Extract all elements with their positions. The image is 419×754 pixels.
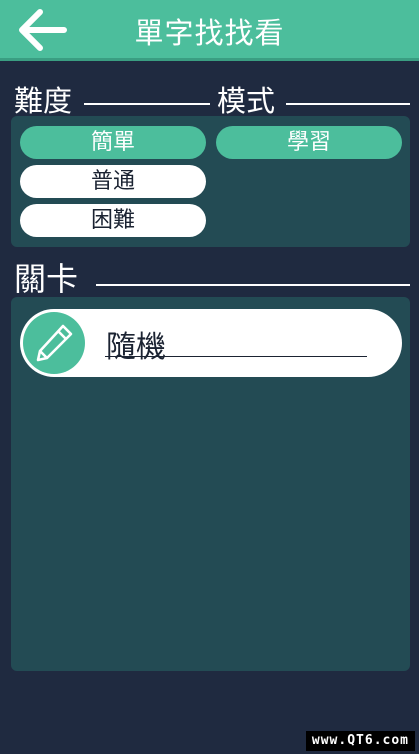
levels-underline bbox=[96, 284, 410, 286]
difficulty-label: 難度 bbox=[14, 84, 73, 118]
difficulty-easy-button[interactable]: 簡單 bbox=[20, 126, 206, 159]
page-title: 單字找找看 bbox=[134, 16, 285, 50]
difficulty-normal-button[interactable]: 普通 bbox=[20, 165, 206, 198]
mode-underline bbox=[286, 103, 410, 105]
mode-label: 模式 bbox=[217, 84, 276, 118]
level-item-label: 隨機 bbox=[106, 330, 166, 365]
pencil-icon bbox=[36, 324, 73, 362]
mode-study-button[interactable]: 學習 bbox=[216, 126, 402, 159]
options-panel: 簡單 普通 困難 學習 bbox=[11, 116, 410, 247]
difficulty-hard-button[interactable]: 困難 bbox=[20, 204, 206, 237]
level-item-underline bbox=[105, 356, 367, 357]
difficulty-underline bbox=[84, 103, 210, 105]
levels-label: 關卡 bbox=[14, 260, 79, 298]
level-item-random[interactable]: 隨機 bbox=[20, 309, 402, 377]
top-bar: 單字找找看 bbox=[0, 0, 419, 61]
level-icon-circle bbox=[23, 312, 85, 374]
watermark: www.QT6.com bbox=[305, 731, 415, 751]
